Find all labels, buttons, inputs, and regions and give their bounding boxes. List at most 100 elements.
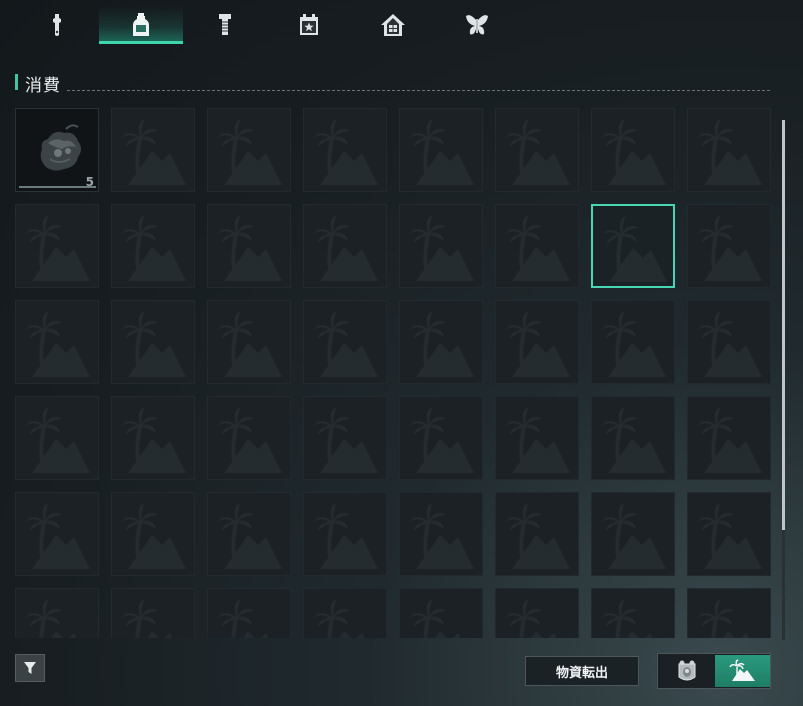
- empty-slot-island-icon: [26, 503, 90, 569]
- empty-slot-island-icon: [314, 599, 365, 638]
- empty-slot-island-icon: [218, 119, 282, 185]
- inventory-slot[interactable]: [399, 108, 483, 192]
- inventory-slot[interactable]: [399, 396, 483, 480]
- empty-slot-island-icon: [122, 407, 186, 473]
- empty-slot-island-icon: [602, 311, 666, 377]
- empty-slot-island-icon: [122, 503, 186, 569]
- empty-slot-island-icon: [410, 503, 474, 569]
- empty-slot-island-icon: [26, 215, 90, 281]
- empty-slot-island-icon: [698, 503, 762, 569]
- inventory-slot[interactable]: [207, 588, 291, 638]
- empty-slot-island-icon: [314, 311, 378, 377]
- empty-slot-island-icon: [602, 599, 653, 638]
- inventory-slot[interactable]: [495, 588, 579, 638]
- empty-slot-island-icon: [314, 215, 378, 281]
- inventory-slot[interactable]: [111, 300, 195, 384]
- scrollbar-thumb[interactable]: [782, 120, 785, 530]
- section-divider: [67, 90, 770, 91]
- inventory-slot[interactable]: [111, 588, 195, 638]
- empty-slot-island-icon: [218, 215, 282, 281]
- house-icon: [381, 14, 405, 36]
- inventory-slot[interactable]: [591, 588, 675, 638]
- empty-slot-island-icon: [603, 216, 667, 282]
- inventory-slot[interactable]: [15, 300, 99, 384]
- empty-slot-island-icon: [26, 599, 77, 638]
- inventory-slot[interactable]: [303, 300, 387, 384]
- inventory-slot[interactable]: [207, 492, 291, 576]
- empty-slot-island-icon: [698, 215, 762, 281]
- inventory-slot[interactable]: [687, 204, 771, 288]
- inventory-grid: 5: [15, 108, 775, 638]
- inventory-slot[interactable]: [111, 108, 195, 192]
- tab-housing[interactable]: [351, 6, 435, 44]
- inventory-slot[interactable]: [15, 588, 99, 638]
- empty-slot-island-icon: [314, 503, 378, 569]
- inventory-slot[interactable]: [687, 108, 771, 192]
- inventory-slot[interactable]: [687, 396, 771, 480]
- tab-consumables[interactable]: [99, 6, 183, 44]
- inventory-slot[interactable]: [495, 300, 579, 384]
- tab-materials[interactable]: [183, 6, 267, 44]
- inventory-slot[interactable]: [15, 396, 99, 480]
- tab-events[interactable]: [267, 6, 351, 44]
- inventory-slot[interactable]: [303, 108, 387, 192]
- empty-slot-island-icon: [698, 599, 749, 638]
- inventory-slot[interactable]: [399, 492, 483, 576]
- inventory-slot[interactable]: [303, 396, 387, 480]
- inventory-slot[interactable]: [207, 396, 291, 480]
- inventory-slot[interactable]: [207, 300, 291, 384]
- empty-slot-island-icon: [218, 311, 282, 377]
- inventory-slot[interactable]: [111, 204, 195, 288]
- empty-slot-island-icon: [410, 119, 474, 185]
- tab-creatures[interactable]: [435, 6, 519, 44]
- inventory-slot[interactable]: [303, 204, 387, 288]
- toggle-badge[interactable]: [659, 655, 714, 687]
- tab-tools[interactable]: [15, 6, 99, 44]
- filter-icon: [24, 662, 36, 674]
- inventory-slot[interactable]: [687, 300, 771, 384]
- quantity-underline: [19, 186, 96, 188]
- inventory-slot[interactable]: [111, 396, 195, 480]
- inventory-slot[interactable]: [591, 108, 675, 192]
- category-tab-bar: [0, 0, 803, 46]
- filter-button[interactable]: [15, 654, 45, 682]
- inventory-slot[interactable]: [399, 588, 483, 638]
- inventory-slot[interactable]: [303, 588, 387, 638]
- inventory-slot[interactable]: [399, 204, 483, 288]
- inventory-slot[interactable]: [207, 108, 291, 192]
- empty-slot-island-icon: [602, 119, 666, 185]
- empty-slot-island-icon: [218, 599, 269, 638]
- section-header: 消費: [15, 74, 770, 96]
- inventory-slot[interactable]: [495, 108, 579, 192]
- toggle-island[interactable]: [715, 655, 770, 687]
- inventory-slot[interactable]: [687, 492, 771, 576]
- section-accent-bar: [15, 74, 18, 90]
- inventory-slot[interactable]: [15, 204, 99, 288]
- inventory-slot[interactable]: [591, 396, 675, 480]
- inventory-slot[interactable]: [591, 300, 675, 384]
- empty-slot-island-icon: [218, 503, 282, 569]
- empty-slot-island-icon: [26, 311, 90, 377]
- transfer-items-button[interactable]: 物資転出: [525, 656, 639, 686]
- inventory-slot[interactable]: 5: [15, 108, 99, 192]
- inventory-slot[interactable]: [591, 492, 675, 576]
- empty-slot-island-icon: [314, 407, 378, 473]
- inventory-slot[interactable]: [687, 588, 771, 638]
- inventory-slot[interactable]: [111, 492, 195, 576]
- inventory-slot[interactable]: [399, 300, 483, 384]
- inventory-slot[interactable]: [303, 492, 387, 576]
- empty-slot-island-icon: [410, 599, 461, 638]
- storage-toggle: [657, 653, 771, 689]
- inventory-slot[interactable]: [495, 492, 579, 576]
- empty-slot-island-icon: [122, 599, 173, 638]
- item-quantity: 5: [85, 175, 94, 189]
- inventory-slot[interactable]: [495, 396, 579, 480]
- empty-slot-island-icon: [602, 407, 666, 473]
- empty-slot-island-icon: [26, 407, 90, 473]
- inventory-slot[interactable]: [15, 492, 99, 576]
- section-title: 消費: [25, 76, 61, 96]
- inventory-slot[interactable]: [207, 204, 291, 288]
- inventory-scrollbar[interactable]: [782, 120, 785, 640]
- inventory-slot-selected[interactable]: [591, 204, 675, 288]
- inventory-slot[interactable]: [495, 204, 579, 288]
